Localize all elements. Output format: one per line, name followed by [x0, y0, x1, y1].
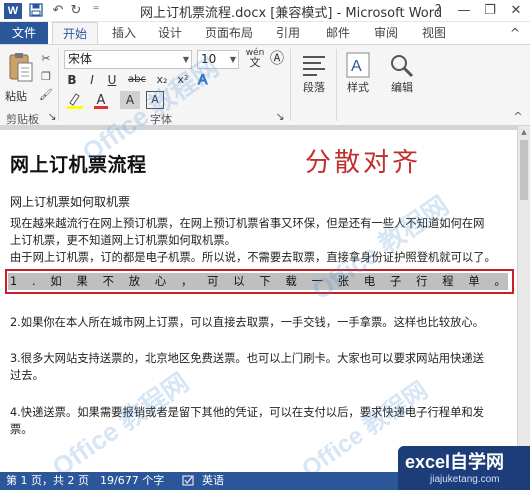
site-badge-name-zh: 自学网 — [450, 452, 505, 473]
clipboard-group-label: 剪贴板 — [6, 113, 39, 126]
scroll-up-icon[interactable]: ▲ — [520, 128, 528, 136]
paste-icon[interactable] — [8, 51, 34, 85]
font-name-combo[interactable]: 宋体 ▼ — [64, 50, 192, 69]
superscript-button[interactable]: x² — [174, 71, 192, 89]
clipboard-launcher-icon[interactable]: ↘ — [47, 111, 57, 123]
customize-qat-icon[interactable]: ⁼ — [88, 3, 104, 19]
ribbon-home: 粘贴 ✂ ❐ 🖌 剪贴板 ↘ 宋体 ▼ 10 ▼ wén 文 Ⓐ B I U abc … — [0, 44, 530, 126]
minimize-button[interactable]: — — [454, 2, 474, 20]
format-painter-icon[interactable]: 🖌 — [39, 89, 53, 101]
font-color-button[interactable]: A — [90, 91, 112, 109]
font-size-value: 10 — [201, 52, 217, 66]
help-button[interactable]: ? — [428, 2, 448, 20]
text-line: 3.很多大网站支持送票的，北京地区免费送票。也可以上门刷卡。大家也可以要求网站用… — [10, 352, 484, 365]
tab-view[interactable]: 视图 — [414, 22, 454, 44]
item-2-paragraph: 2.如果你在本人所在城市网上订票，可以直接去取票，一手交钱，一手拿票。这样也比较… — [10, 314, 510, 331]
tab-review[interactable]: 审阅 — [366, 22, 406, 44]
char-shading-button[interactable]: A — [120, 91, 140, 109]
group-divider — [336, 49, 337, 121]
vertical-scrollbar[interactable]: ▲ ▼ — [518, 126, 530, 472]
item-3-paragraph: 3.很多大网站支持送票的，北京地区免费送票。也可以上门刷卡。大家也可以要求网站用… — [10, 350, 510, 384]
annotation-text: 分散对齐 — [305, 148, 422, 178]
styles-label: 样式 — [347, 81, 369, 94]
proofing-icon[interactable] — [182, 472, 196, 490]
close-button[interactable]: ✕ — [506, 2, 526, 20]
text-effects-icon[interactable]: A — [196, 71, 212, 89]
italic-button[interactable]: I — [84, 71, 100, 89]
editing-label: 编辑 — [391, 81, 413, 94]
scroll-thumb[interactable] — [520, 140, 528, 200]
text-line: 过去。 — [10, 369, 44, 382]
group-divider — [290, 49, 291, 121]
tab-mailings[interactable]: 邮件 — [318, 22, 358, 44]
font-launcher-icon[interactable]: ↘ — [275, 111, 285, 123]
bold-button[interactable]: B — [64, 71, 80, 89]
text-line: 上订机票，更不知道网上订机票如何取机票。 — [10, 234, 236, 247]
window-title: 网上订机票流程.docx [兼容模式] - Microsoft Word — [140, 6, 443, 21]
font-group-label: 字体 — [150, 113, 172, 126]
tab-design[interactable]: 设计 — [150, 22, 190, 44]
site-badge-url: jiajuketang.com — [430, 474, 500, 485]
collapse-ribbon-icon[interactable]: ^ — [505, 22, 525, 44]
font-size-combo[interactable]: 10 ▼ — [197, 50, 239, 69]
text-line: 由于网上订机票，订的都是电子机票。所以说，不需要去取票，直接拿身份证护照登机就可… — [10, 251, 496, 264]
doc-subtitle: 网上订机票如何取机票 — [10, 195, 131, 209]
chevron-down-icon: ▼ — [182, 55, 189, 64]
redo-icon[interactable]: ↻ — [68, 3, 84, 19]
editing-button[interactable]: 编辑 — [384, 51, 420, 95]
char-border-icon[interactable]: A — [146, 91, 164, 109]
collapse-ribbon-arrow-icon[interactable]: ^ — [512, 111, 524, 123]
enclose-char-icon[interactable]: Ⓐ — [270, 50, 284, 68]
group-divider — [58, 49, 59, 121]
ribbon-tabs: 文件 开始 插入 设计 页面布局 引用 邮件 审阅 视图 ^ — [0, 22, 530, 44]
page-count[interactable]: 第 1 页，共 2 页 — [6, 472, 89, 490]
svg-text:A: A — [198, 71, 208, 87]
copy-icon[interactable]: ❐ — [39, 71, 53, 83]
site-badge-title: excel自学网 — [405, 448, 504, 474]
text-line: 票。 — [10, 423, 33, 436]
cut-icon[interactable]: ✂ — [39, 53, 53, 65]
title-bar: W ↶ ↻ ⁼ 网上订机票流程.docx [兼容模式] - Microsoft … — [0, 0, 530, 22]
tab-page-layout[interactable]: 页面布局 — [200, 22, 258, 44]
tab-file[interactable]: 文件 — [0, 22, 48, 44]
paste-button[interactable]: 粘贴 — [5, 88, 27, 104]
language-indicator[interactable]: 英语 — [202, 472, 224, 490]
paragraph-label: 段落 — [303, 81, 325, 94]
char-shading-letter: A — [125, 93, 135, 107]
tab-insert[interactable]: 插入 — [104, 22, 144, 44]
subscript-button[interactable]: x₂ — [153, 71, 171, 89]
highlight-color-button[interactable] — [64, 91, 86, 109]
text-line: 4.快递送票。如果需要报销或者是留下其他的凭证，可以在支付以后，要求快递电子行程… — [10, 406, 484, 419]
font-name-value: 宋体 — [68, 52, 93, 66]
underline-button[interactable]: U — [104, 71, 120, 89]
styles-button[interactable]: A 样式 — [340, 51, 376, 95]
chevron-down-icon: ▼ — [229, 55, 236, 64]
tab-references[interactable]: 引用 — [268, 22, 308, 44]
undo-icon[interactable]: ↶ — [50, 3, 66, 19]
doc-title: 网上订机票流程 — [10, 154, 147, 176]
intro-paragraph: 现在越来越流行在网上预订机票，在网上预订机票省事又环保，但是还有一些人不知道如何… — [10, 215, 510, 266]
highlight-box — [5, 269, 514, 294]
text-line: 现在越来越流行在网上预订机票，在网上预订机票省事又环保，但是还有一些人不知道如何… — [10, 217, 485, 230]
site-badge-name: excel — [405, 452, 451, 472]
strikethrough-button[interactable]: abc — [124, 71, 150, 89]
svg-text:A: A — [351, 58, 362, 75]
word-logo-icon: W — [4, 3, 22, 19]
text-line: 2.如果你在本人所在城市网上订票，可以直接去取票，一手交钱，一手拿票。这样也比较… — [10, 316, 484, 329]
phonetic-char-icon: 文 — [249, 56, 261, 69]
item-4-paragraph: 4.快递送票。如果需要报销或者是留下其他的凭证，可以在支付以后，要求快递电子行程… — [10, 404, 510, 438]
tab-home[interactable]: 开始 — [52, 22, 98, 44]
restore-button[interactable]: ❐ — [480, 2, 500, 20]
phonetic-guide-button[interactable]: wén 文 — [244, 48, 266, 69]
save-icon[interactable] — [28, 3, 44, 19]
paragraph-button[interactable]: 段落 — [296, 51, 332, 95]
word-count[interactable]: 19/677 个字 — [100, 472, 164, 490]
